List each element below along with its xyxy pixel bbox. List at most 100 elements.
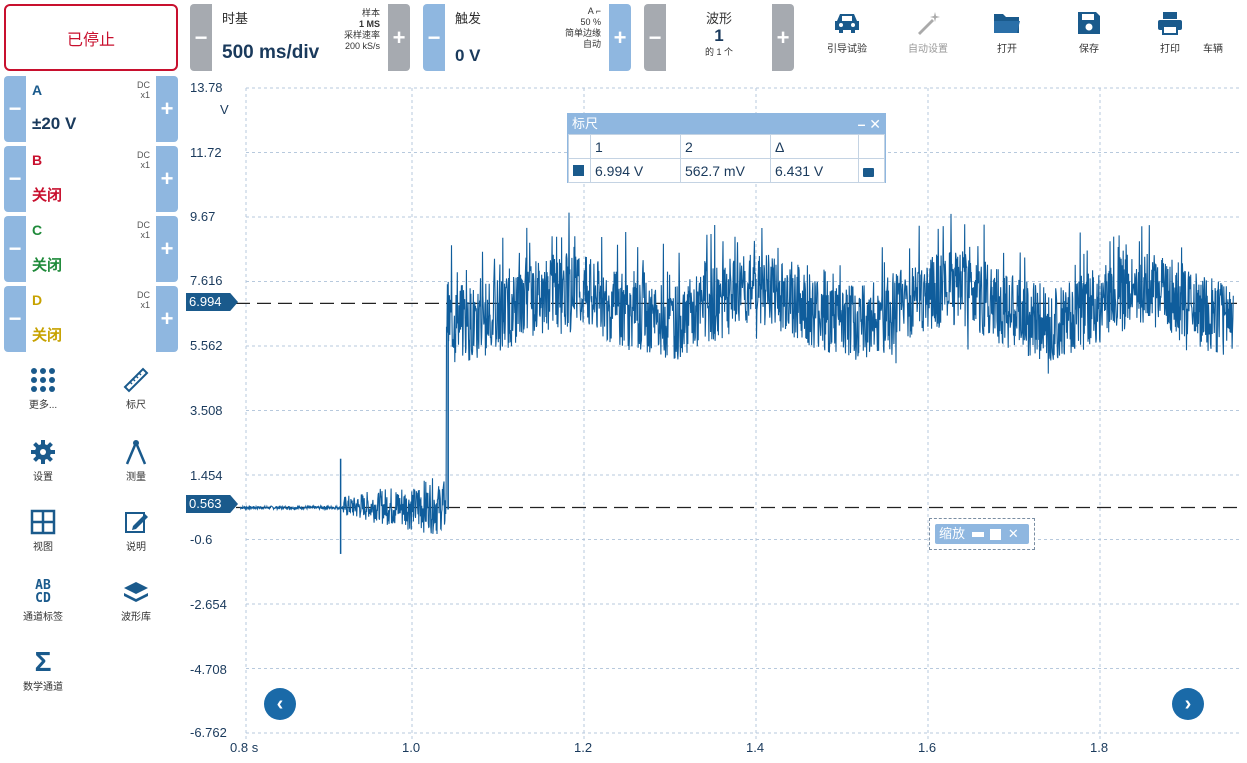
timebase-value[interactable]: 500 ms/div xyxy=(222,42,319,64)
waveform-next-button[interactable]: + xyxy=(772,4,794,71)
guided-test-button[interactable]: 引导试验 xyxy=(816,6,878,55)
auto-setup-button[interactable]: 自动设置 xyxy=(897,6,959,55)
channel-c-decrease-button[interactable]: − xyxy=(4,216,26,282)
channel-c-increase-button[interactable]: + xyxy=(156,216,178,282)
open-button[interactable]: 打开 xyxy=(976,6,1038,55)
zoom-close-icon[interactable]: ✕ xyxy=(1008,526,1019,541)
math-channels-button[interactable]: Σ 数学通道 xyxy=(8,646,78,693)
vehicle-button[interactable]: 车辆 xyxy=(1203,6,1247,55)
channel-d-decrease-button[interactable]: − xyxy=(4,286,26,352)
channel-d-control: − D DC x1 关闭 + xyxy=(4,286,178,352)
measure-button[interactable]: 测量 xyxy=(101,436,171,483)
print-button[interactable]: 打印 xyxy=(1139,6,1201,55)
ruler-label: 标尺 xyxy=(126,400,146,411)
y-tick-2: 9.67 xyxy=(190,209,216,224)
channel-a-increase-button[interactable]: + xyxy=(156,76,178,142)
timebase-control: − 时基 500 ms/div 样本 1 MS 采样速率 200 kS/s + xyxy=(190,4,410,71)
channel-c-control: − C DC x1 关闭 + xyxy=(4,216,178,282)
signal-trace xyxy=(239,212,1234,535)
channel-b-range[interactable]: 关闭 xyxy=(32,184,62,205)
ruler-value-2: 562.7 mV xyxy=(680,158,771,183)
settings-button[interactable]: 设置 xyxy=(8,436,78,483)
y-tick-1: 11.72 xyxy=(190,145,222,160)
chevron-right-icon: › xyxy=(1184,692,1192,715)
folder-icon xyxy=(976,6,1038,40)
timebase-label: 时基 xyxy=(222,11,249,26)
y-tick-3: 7.616 xyxy=(190,273,223,288)
zoom-control[interactable]: 缩放 ✕ xyxy=(929,518,1035,550)
save-icon xyxy=(1058,6,1120,40)
trigger-control: − 触发 0 V A ⌐ 50 % 简单边缘 自动 + xyxy=(423,4,631,71)
y-tick-10: -6.762 xyxy=(190,725,227,740)
minimize-icon[interactable]: – xyxy=(858,116,866,132)
timebase-decrease-button[interactable]: − xyxy=(190,4,212,71)
waveform-library-button[interactable]: 波形库 xyxy=(101,576,171,623)
abcd-icon: AB CD xyxy=(35,578,51,606)
channel-c-range[interactable]: 关闭 xyxy=(32,254,62,275)
top-toolbar: 已停止 − 时基 500 ms/div 样本 1 MS 采样速率 200 kS/… xyxy=(0,0,1247,76)
channel-b-decrease-button[interactable]: − xyxy=(4,146,26,212)
scope-plot[interactable]: 13.78 V 11.72 9.67 7.616 5.562 3.508 1.4… xyxy=(186,76,1247,763)
view-button[interactable]: 视图 xyxy=(8,506,78,553)
ruler-button[interactable]: 标尺 xyxy=(101,364,171,411)
scroll-right-button[interactable]: › xyxy=(1172,688,1204,720)
grid-dots-icon xyxy=(8,364,78,396)
view-grid-icon xyxy=(8,506,78,538)
channel-labels-label: 通道标签 xyxy=(23,612,63,623)
trigger-value[interactable]: 0 V xyxy=(455,46,481,66)
notes-button[interactable]: 说明 xyxy=(101,506,171,553)
y-tick-0: 13.78 xyxy=(190,80,223,95)
channel-a-coupling: DC x1 xyxy=(137,80,150,100)
more-label: 更多... xyxy=(28,400,58,411)
trigger-info: A ⌐ 50 % 简单边缘 自动 xyxy=(564,6,601,49)
settings-label: 设置 xyxy=(33,472,53,483)
view-label: 视图 xyxy=(33,542,53,553)
waveform-prev-button[interactable]: − xyxy=(644,4,666,71)
print-icon xyxy=(1139,6,1201,40)
ruler-window-title: 标尺 xyxy=(572,116,599,131)
channel-c-name: C xyxy=(32,222,43,238)
trigger-label: 触发 xyxy=(455,11,482,26)
channel-a-range[interactable]: ±20 V xyxy=(32,114,76,134)
y-tick-8: -2.654 xyxy=(190,597,227,612)
channel-a-decrease-button[interactable]: − xyxy=(4,76,26,142)
math-channels-label: 数学通道 xyxy=(23,682,63,693)
zoom-restore-icon[interactable] xyxy=(990,529,1002,541)
y-tick-5: 3.508 xyxy=(190,403,223,418)
ruler-1-marker[interactable]: 6.994 xyxy=(186,293,238,311)
save-label: 保存 xyxy=(1079,44,1099,55)
ruler-2-marker[interactable]: 0.563 xyxy=(186,495,238,513)
zoom-label: 缩放 xyxy=(939,526,966,541)
trigger-increase-button[interactable]: + xyxy=(609,4,631,71)
print-label: 打印 xyxy=(1160,44,1180,55)
channel-d-range[interactable]: 关闭 xyxy=(32,324,62,345)
stop-button[interactable]: 已停止 xyxy=(4,4,178,71)
channel-d-coupling: DC x1 xyxy=(137,290,150,310)
unlock-icon[interactable] xyxy=(863,167,874,177)
ruler-header-1: 1 xyxy=(590,134,681,159)
y-tick-6: 1.454 xyxy=(190,468,223,483)
timebase-increase-button[interactable]: + xyxy=(388,4,410,71)
close-icon[interactable]: ✕ xyxy=(869,116,881,132)
scroll-left-button[interactable]: ‹ xyxy=(264,688,296,720)
x-tick-3: 1.4 xyxy=(746,740,765,755)
channel-labels-button[interactable]: AB CD 通道标签 xyxy=(8,576,78,623)
ruler-table: 1 2 Δ 6.994 V 562.7 mV 6.431 V xyxy=(568,134,885,183)
ruler-header-delta: Δ xyxy=(770,134,859,159)
ruler-icon xyxy=(101,364,171,396)
trigger-decrease-button[interactable]: − xyxy=(423,4,445,71)
channel-b-name: B xyxy=(32,152,43,168)
channel-d-increase-button[interactable]: + xyxy=(156,286,178,352)
channel-d-name: D xyxy=(32,292,43,308)
open-label: 打开 xyxy=(997,44,1017,55)
ruler-window[interactable]: 标尺 – ✕ 1 2 Δ 6.994 V 562.7 mV 6.431 V xyxy=(567,113,886,183)
x-tick-1: 1.0 xyxy=(402,740,421,755)
waveform-count: 的 1 个 xyxy=(704,47,733,57)
vehicle-label: 车辆 xyxy=(1203,44,1223,55)
more-button[interactable]: 更多... xyxy=(8,364,78,411)
waveform-label: 波形 xyxy=(705,11,732,26)
zoom-minimize-icon[interactable] xyxy=(971,532,984,538)
save-button[interactable]: 保存 xyxy=(1058,6,1120,55)
channel-a-name: A xyxy=(32,82,43,98)
channel-b-increase-button[interactable]: + xyxy=(156,146,178,212)
